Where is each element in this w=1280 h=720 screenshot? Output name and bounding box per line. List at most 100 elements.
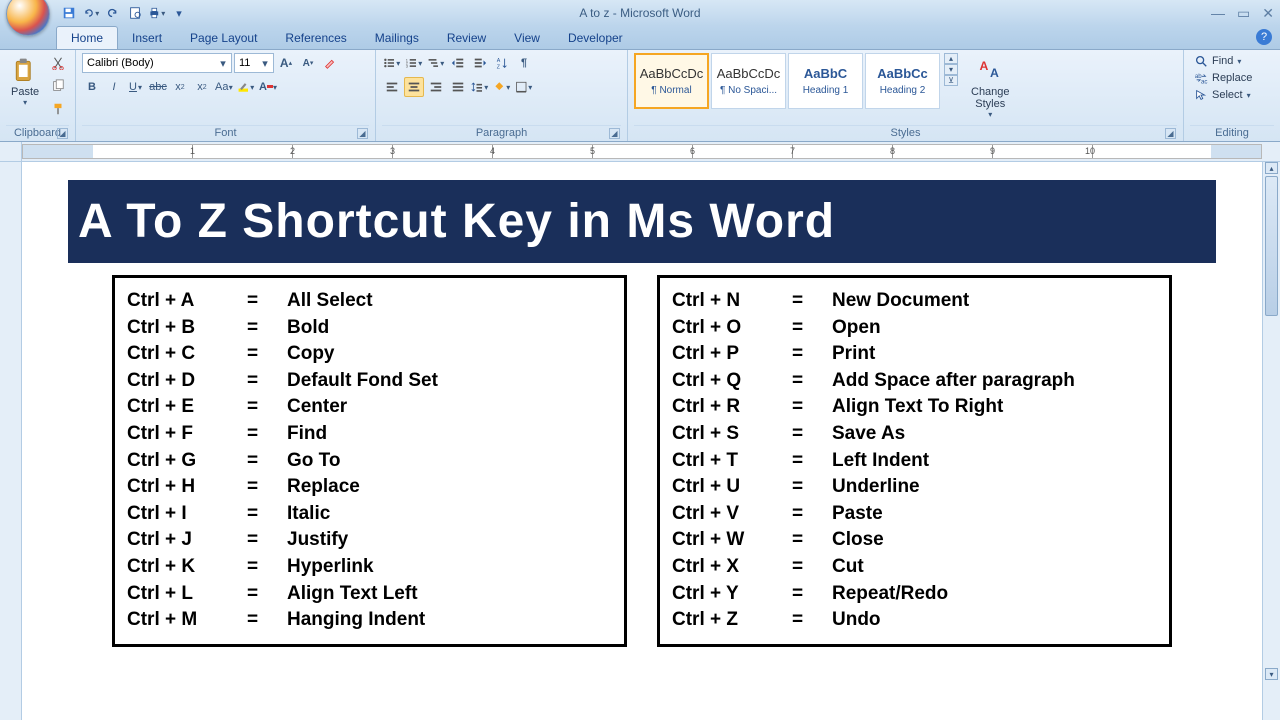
find-button[interactable]: Find ▾	[1190, 53, 1256, 69]
tab-home[interactable]: Home	[56, 26, 118, 49]
highlight-icon[interactable]: ▾	[236, 77, 256, 97]
shortcut-row: Ctrl + R=Align Text To Right	[672, 394, 1157, 421]
paragraph-launcher[interactable]: ◢	[609, 128, 620, 139]
line-spacing-icon[interactable]: ▾	[470, 77, 490, 97]
font-size-combo[interactable]: 11▾	[234, 53, 274, 73]
vertical-ruler[interactable]	[0, 162, 22, 720]
minimize-button[interactable]: —	[1211, 5, 1225, 22]
shortcut-row: Ctrl + A=All Select	[127, 288, 612, 315]
gallery-up-icon[interactable]: ▴	[944, 53, 958, 64]
tab-developer[interactable]: Developer	[554, 27, 637, 49]
change-case-icon[interactable]: Aa▾	[214, 77, 234, 97]
svg-text:A: A	[990, 66, 999, 80]
scroll-up-icon[interactable]: ▴	[1265, 162, 1278, 174]
style--normal[interactable]: AaBbCcDc¶ Normal	[634, 53, 709, 109]
style-heading-1[interactable]: AaBbCHeading 1	[788, 53, 863, 109]
tab-references[interactable]: References	[271, 27, 360, 49]
align-left-icon[interactable]	[382, 77, 402, 97]
grow-font-icon[interactable]: A▴	[276, 53, 296, 73]
qat-customize-icon[interactable]: ▾	[170, 4, 188, 22]
shortcut-row: Ctrl + H=Replace	[127, 474, 612, 501]
scroll-down-icon[interactable]: ▾	[1265, 668, 1278, 680]
window-title: A to z - Microsoft Word	[579, 6, 700, 20]
shortcut-row: Ctrl + X=Cut	[672, 554, 1157, 581]
shortcut-row: Ctrl + F=Find	[127, 421, 612, 448]
tab-page-layout[interactable]: Page Layout	[176, 27, 271, 49]
bold-icon[interactable]: B	[82, 77, 102, 97]
title-bar: ▾ ▾ ▾ A to z - Microsoft Word — ▭ ✕	[0, 0, 1280, 26]
select-button[interactable]: Select ▾	[1190, 87, 1256, 103]
align-right-icon[interactable]	[426, 77, 446, 97]
tab-review[interactable]: Review	[433, 27, 500, 49]
print-preview-icon[interactable]	[126, 4, 144, 22]
save-icon[interactable]	[60, 4, 78, 22]
maximize-button[interactable]: ▭	[1237, 5, 1250, 22]
tab-insert[interactable]: Insert	[118, 27, 176, 49]
shortcut-row: Ctrl + C=Copy	[127, 341, 612, 368]
svg-text:3: 3	[406, 64, 409, 69]
styles-gallery: AaBbCcDc¶ NormalAaBbCcDc¶ No Spaci...AaB…	[634, 53, 940, 109]
redo-icon[interactable]	[104, 4, 122, 22]
italic-icon[interactable]: I	[104, 77, 124, 97]
replace-button[interactable]: abacReplace	[1190, 70, 1256, 86]
increase-indent-icon[interactable]	[470, 53, 490, 73]
format-painter-icon[interactable]	[48, 99, 68, 119]
subscript-icon[interactable]: x2	[170, 77, 190, 97]
vertical-scrollbar[interactable]: ▴ ▾	[1262, 162, 1280, 720]
font-color-icon[interactable]: A▾	[258, 77, 278, 97]
close-button[interactable]: ✕	[1262, 5, 1274, 22]
multilevel-list-icon[interactable]: ▾	[426, 53, 446, 73]
decrease-indent-icon[interactable]	[448, 53, 468, 73]
svg-text:ac: ac	[1201, 78, 1207, 85]
superscript-icon[interactable]: x2	[192, 77, 212, 97]
borders-icon[interactable]: ▾	[514, 77, 534, 97]
shortcut-row: Ctrl + E=Center	[127, 394, 612, 421]
shrink-font-icon[interactable]: A▾	[298, 53, 318, 73]
svg-text:A: A	[497, 58, 501, 64]
paste-label: Paste	[11, 86, 39, 98]
bullets-icon[interactable]: ▾	[382, 53, 402, 73]
gallery-down-icon[interactable]: ▾	[944, 64, 958, 75]
font-launcher[interactable]: ◢	[357, 128, 368, 139]
document-title: A To Z Shortcut Key in Ms Word	[68, 180, 1216, 263]
scroll-thumb[interactable]	[1265, 176, 1278, 316]
shortcut-row: Ctrl + I=Italic	[127, 501, 612, 528]
style-heading-2[interactable]: AaBbCcHeading 2	[865, 53, 940, 109]
numbering-icon[interactable]: 123▾	[404, 53, 424, 73]
paste-button[interactable]: Paste ▾	[6, 53, 44, 110]
change-styles-button[interactable]: AA Change Styles ▾	[966, 53, 1015, 122]
copy-icon[interactable]	[48, 76, 68, 96]
gallery-more-icon[interactable]: ⊻	[944, 75, 958, 86]
strikethrough-icon[interactable]: abc	[148, 77, 168, 97]
tab-mailings[interactable]: Mailings	[361, 27, 433, 49]
document-page[interactable]: A To Z Shortcut Key in Ms Word Ctrl + A=…	[22, 162, 1262, 720]
shortcut-row: Ctrl + Y=Repeat/Redo	[672, 581, 1157, 608]
svg-text:A: A	[980, 59, 989, 73]
font-name-combo[interactable]: Calibri (Body)▾	[82, 53, 232, 73]
shortcut-columns: Ctrl + A=All SelectCtrl + B=BoldCtrl + C…	[112, 275, 1172, 647]
tab-view[interactable]: View	[500, 27, 554, 49]
help-icon[interactable]: ?	[1256, 29, 1272, 45]
shortcut-row: Ctrl + B=Bold	[127, 315, 612, 342]
editing-label: Editing	[1215, 127, 1249, 139]
clipboard-launcher[interactable]: ◢	[57, 128, 68, 139]
style--no-spaci-[interactable]: AaBbCcDc¶ No Spaci...	[711, 53, 786, 109]
underline-icon[interactable]: U▾	[126, 77, 146, 97]
clipboard-label: Clipboard	[14, 127, 61, 139]
sort-icon[interactable]: AZ	[492, 53, 512, 73]
cut-icon[interactable]	[48, 53, 68, 73]
shortcut-row: Ctrl + D=Default Fond Set	[127, 368, 612, 395]
undo-icon[interactable]: ▾	[82, 4, 100, 22]
horizontal-ruler: 12345678910	[0, 142, 1280, 162]
group-styles: AaBbCcDc¶ NormalAaBbCcDc¶ No Spaci...AaB…	[628, 50, 1184, 141]
styles-launcher[interactable]: ◢	[1165, 128, 1176, 139]
quick-print-icon[interactable]: ▾	[148, 4, 166, 22]
align-center-icon[interactable]	[404, 77, 424, 97]
font-label: Font	[214, 127, 236, 139]
clear-formatting-icon[interactable]	[320, 53, 340, 73]
shortcut-row: Ctrl + T=Left Indent	[672, 448, 1157, 475]
paragraph-label: Paragraph	[476, 127, 527, 139]
justify-icon[interactable]	[448, 77, 468, 97]
shading-icon[interactable]: ▾	[492, 77, 512, 97]
show-hide-icon[interactable]: ¶	[514, 53, 534, 73]
